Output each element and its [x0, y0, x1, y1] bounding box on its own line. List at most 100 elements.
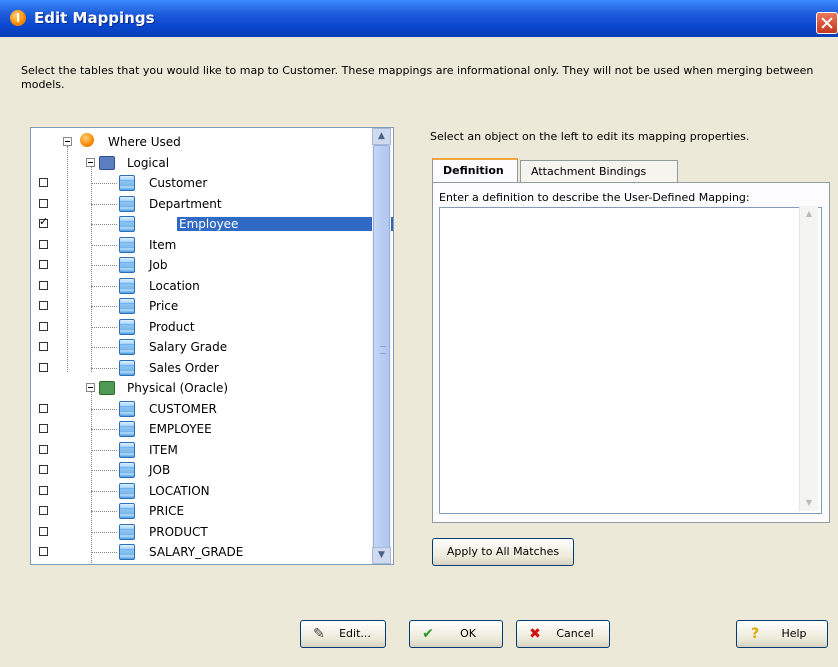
title-bar[interactable]: Edit Mappings: [0, 0, 838, 37]
row-checkbox[interactable]: [39, 240, 48, 249]
row-checkbox[interactable]: [39, 178, 48, 187]
tab-attachment-bindings[interactable]: Attachment Bindings: [520, 160, 678, 182]
row-checkbox[interactable]: [39, 445, 48, 454]
row-checkbox[interactable]: [39, 465, 48, 474]
cancel-button[interactable]: ✖ Cancel: [516, 620, 610, 648]
table-label[interactable]: PRODUCT: [149, 525, 208, 539]
edit-button[interactable]: ✎ Edit...: [300, 620, 386, 648]
apply-to-all-matches-button[interactable]: Apply to All Matches: [432, 538, 574, 566]
row-checkbox[interactable]: [39, 322, 48, 331]
collapse-physical-icon[interactable]: [86, 383, 95, 392]
row-checkbox[interactable]: [39, 363, 48, 372]
entity-label[interactable]: Item: [149, 238, 176, 252]
tree-row[interactable]: Price: [31, 296, 371, 316]
tree-line: [91, 532, 117, 533]
row-checkbox[interactable]: [39, 199, 48, 208]
row-checkbox[interactable]: [39, 404, 48, 413]
row-checkbox[interactable]: [39, 486, 48, 495]
entity-label[interactable]: Customer: [149, 176, 207, 190]
tree-scrollbar[interactable]: ▲ ▼: [372, 128, 391, 564]
tree-row[interactable]: PRICE: [31, 501, 371, 521]
mapping-tree[interactable]: Where Used Logical Customer Department Emplo…: [30, 127, 394, 565]
table-label[interactable]: EMPLOYEE: [149, 422, 212, 436]
table-label[interactable]: SALARY_GRADE: [149, 545, 243, 559]
tree-row[interactable]: EMPLOYEE: [31, 419, 371, 439]
ok-button[interactable]: ✔ OK: [409, 620, 503, 648]
collapse-root-icon[interactable]: [63, 137, 72, 146]
entity-label[interactable]: Sales Order: [149, 361, 219, 375]
row-checkbox[interactable]: [39, 301, 48, 310]
app-icon: [10, 10, 26, 26]
pencil-icon: ✎: [313, 626, 325, 642]
definition-textarea[interactable]: [439, 207, 822, 514]
tree-row[interactable]: Employee: [31, 214, 393, 234]
scroll-down-button[interactable]: ▼: [372, 547, 391, 564]
entity-table-icon: [119, 196, 135, 212]
tree-line: [91, 368, 117, 369]
entity-table-icon: [119, 237, 135, 253]
tree-row[interactable]: PRODUCT: [31, 522, 371, 542]
tree-row[interactable]: Product: [31, 317, 371, 337]
table-label[interactable]: PRICE: [149, 504, 184, 518]
table-icon: [119, 524, 135, 540]
scroll-up-icon[interactable]: ▲: [800, 206, 818, 222]
table-icon: [119, 483, 135, 499]
entity-label[interactable]: Price: [149, 299, 178, 313]
entity-table-icon: [119, 278, 135, 294]
tree-row[interactable]: ITEM: [31, 440, 371, 460]
entity-table-icon: [119, 298, 135, 314]
row-checkbox[interactable]: [39, 506, 48, 515]
table-label[interactable]: ITEM: [149, 443, 178, 457]
tab-definition[interactable]: Definition: [432, 158, 518, 182]
tree-line: [91, 429, 117, 430]
scroll-up-button[interactable]: ▲: [372, 128, 391, 145]
row-checkbox[interactable]: [39, 547, 48, 556]
edit-hint-text: Select an object on the left to edit its…: [430, 130, 750, 143]
tree-row[interactable]: Sales Order: [31, 358, 371, 378]
tree-row[interactable]: SALARY_GRADE: [31, 542, 371, 562]
tree-line: [91, 491, 117, 492]
row-checkbox[interactable]: [39, 281, 48, 290]
entity-label[interactable]: Employee: [177, 217, 393, 231]
entity-label[interactable]: Salary Grade: [149, 340, 227, 354]
table-label[interactable]: LOCATION: [149, 484, 210, 498]
tree-line: [91, 511, 117, 512]
row-checkbox[interactable]: [39, 215, 48, 228]
table-label[interactable]: JOB: [149, 463, 170, 477]
row-checkbox[interactable]: [39, 527, 48, 536]
tree-row[interactable]: JOB: [31, 460, 371, 480]
help-label: Help: [781, 627, 807, 640]
tree-line: [91, 347, 117, 348]
grip-icon: [380, 346, 386, 354]
tree-line: [91, 409, 117, 410]
tree-line: [91, 470, 117, 471]
row-checkbox[interactable]: [39, 424, 48, 433]
tree-row[interactable]: LOCATION: [31, 481, 371, 501]
physical-label[interactable]: Physical (Oracle): [127, 381, 228, 395]
help-button[interactable]: ? Help: [736, 620, 828, 648]
tree-row[interactable]: Salary Grade: [31, 337, 371, 357]
definition-scrollbar[interactable]: ▲ ▼: [799, 206, 818, 511]
tree-row[interactable]: Location: [31, 276, 371, 296]
row-checkbox[interactable]: [39, 342, 48, 351]
tree-row[interactable]: Department: [31, 194, 371, 214]
entity-label[interactable]: Product: [149, 320, 195, 334]
table-label[interactable]: CUSTOMER: [149, 402, 217, 416]
tree-row[interactable]: CUSTOMER: [31, 399, 371, 419]
entity-label[interactable]: Job: [149, 258, 168, 272]
scroll-thumb[interactable]: [373, 145, 390, 553]
tree-row[interactable]: Customer: [31, 173, 371, 193]
entity-label[interactable]: Location: [149, 279, 200, 293]
tree-row[interactable]: Job: [31, 255, 371, 275]
logical-label[interactable]: Logical: [127, 156, 169, 170]
tree-row[interactable]: Item: [31, 235, 371, 255]
table-icon: [119, 544, 135, 560]
tree-line: [91, 306, 117, 307]
row-checkbox[interactable]: [39, 260, 48, 269]
where-used-icon: [80, 133, 94, 147]
scroll-down-icon[interactable]: ▼: [800, 495, 818, 511]
table-icon: [119, 421, 135, 437]
close-button[interactable]: [816, 12, 838, 34]
collapse-logical-icon[interactable]: [86, 158, 95, 167]
entity-label[interactable]: Department: [149, 197, 222, 211]
